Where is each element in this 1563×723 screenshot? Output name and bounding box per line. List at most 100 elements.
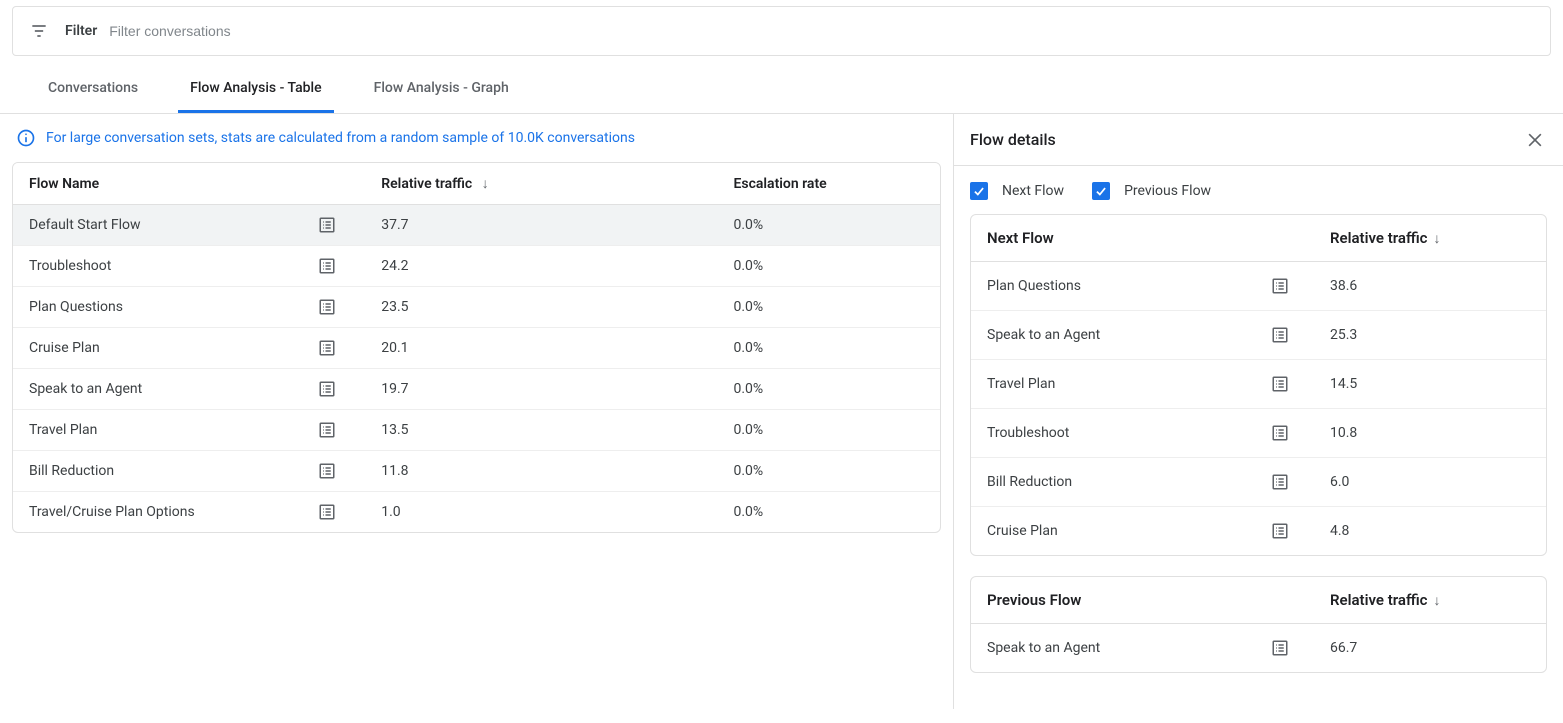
row-relative-traffic: 25.3 bbox=[1330, 327, 1530, 343]
checkbox-next-flow[interactable]: Next Flow bbox=[970, 182, 1064, 200]
table-row[interactable]: Cruise Plan 4.8 bbox=[971, 507, 1546, 555]
row-flow-name: Travel Plan bbox=[29, 422, 97, 438]
flow-table: Flow Name Relative traffic ↓ Escalation … bbox=[12, 162, 941, 533]
row-flow-name: Bill Reduction bbox=[29, 463, 114, 479]
table-row[interactable]: Travel/Cruise Plan Options 1.00.0% bbox=[13, 492, 940, 533]
tab-flow-analysis-table[interactable]: Flow Analysis - Table bbox=[178, 65, 334, 113]
sort-desc-icon: ↓ bbox=[1433, 592, 1440, 609]
row-flow-name: Plan Questions bbox=[29, 299, 123, 315]
close-icon[interactable] bbox=[1523, 128, 1547, 152]
filter-label: Filter bbox=[65, 23, 97, 39]
row-flow-name: Travel Plan bbox=[987, 376, 1055, 392]
sort-desc-icon: ↓ bbox=[482, 176, 489, 192]
list-icon[interactable] bbox=[317, 215, 337, 235]
tabs: Conversations Flow Analysis - Table Flow… bbox=[0, 66, 1563, 114]
row-relative-traffic: 10.8 bbox=[1330, 425, 1530, 441]
row-flow-name: Cruise Plan bbox=[29, 340, 100, 356]
table-row[interactable]: Troubleshoot 24.20.0% bbox=[13, 246, 940, 287]
next-flow-header-traffic-label: Relative traffic bbox=[1330, 229, 1427, 247]
row-escalation-rate: 0.0% bbox=[718, 410, 941, 451]
filter-bar: Filter bbox=[12, 6, 1551, 56]
list-icon[interactable] bbox=[317, 461, 337, 481]
filter-icon bbox=[29, 21, 49, 41]
row-escalation-rate: 0.0% bbox=[718, 451, 941, 492]
next-flow-header-name[interactable]: Next Flow bbox=[987, 229, 1330, 247]
table-row[interactable]: Travel Plan 13.50.0% bbox=[13, 410, 940, 451]
col-header-escalation-rate[interactable]: Escalation rate bbox=[718, 163, 941, 205]
table-row[interactable]: Troubleshoot 10.8 bbox=[971, 409, 1546, 458]
previous-flow-header-traffic[interactable]: Relative traffic ↓ bbox=[1330, 591, 1530, 609]
list-icon[interactable] bbox=[317, 297, 337, 317]
next-flow-table: Next Flow Relative traffic ↓ Plan Questi… bbox=[970, 214, 1547, 556]
list-icon[interactable] bbox=[1270, 423, 1290, 443]
checkbox-next-flow-label: Next Flow bbox=[1002, 183, 1064, 199]
next-flow-header-name-label: Next Flow bbox=[987, 229, 1054, 247]
row-escalation-rate: 0.0% bbox=[718, 287, 941, 328]
row-flow-name: Bill Reduction bbox=[987, 474, 1072, 490]
details-title: Flow details bbox=[970, 130, 1056, 149]
col-header-flow-name-label: Flow Name bbox=[29, 176, 99, 192]
previous-flow-table: Previous Flow Relative traffic ↓ Speak t… bbox=[970, 576, 1547, 673]
list-icon[interactable] bbox=[317, 338, 337, 358]
tab-flow-analysis-graph[interactable]: Flow Analysis - Graph bbox=[362, 65, 521, 113]
list-icon[interactable] bbox=[1270, 374, 1290, 394]
row-flow-name: Plan Questions bbox=[987, 278, 1081, 294]
info-banner: For large conversation sets, stats are c… bbox=[0, 114, 953, 162]
row-relative-traffic: 23.5 bbox=[365, 287, 717, 328]
checkbox-icon bbox=[970, 182, 988, 200]
previous-flow-header-name-label: Previous Flow bbox=[987, 591, 1081, 609]
row-flow-name: Travel/Cruise Plan Options bbox=[29, 504, 195, 520]
checkbox-icon bbox=[1092, 182, 1110, 200]
table-row[interactable]: Speak to an Agent 25.3 bbox=[971, 311, 1546, 360]
list-icon[interactable] bbox=[1270, 521, 1290, 541]
table-row[interactable]: Bill Reduction 11.80.0% bbox=[13, 451, 940, 492]
list-icon[interactable] bbox=[1270, 638, 1290, 658]
table-row[interactable]: Speak to an Agent 19.70.0% bbox=[13, 369, 940, 410]
list-icon[interactable] bbox=[1270, 276, 1290, 296]
row-escalation-rate: 0.0% bbox=[718, 328, 941, 369]
row-relative-traffic: 13.5 bbox=[365, 410, 717, 451]
col-header-flow-name[interactable]: Flow Name bbox=[13, 163, 365, 205]
table-row[interactable]: Bill Reduction 6.0 bbox=[971, 458, 1546, 507]
previous-flow-header-traffic-label: Relative traffic bbox=[1330, 591, 1427, 609]
list-icon[interactable] bbox=[1270, 472, 1290, 492]
row-relative-traffic: 4.8 bbox=[1330, 523, 1530, 539]
tab-conversations[interactable]: Conversations bbox=[36, 65, 150, 113]
info-icon bbox=[16, 128, 36, 148]
table-row[interactable]: Speak to an Agent 66.7 bbox=[971, 624, 1546, 672]
checkbox-row: Next Flow Previous Flow bbox=[970, 166, 1547, 214]
table-row[interactable]: Default Start Flow 37.70.0% bbox=[13, 205, 940, 246]
list-icon[interactable] bbox=[317, 502, 337, 522]
list-icon[interactable] bbox=[317, 420, 337, 440]
row-relative-traffic: 20.1 bbox=[365, 328, 717, 369]
details-header: Flow details bbox=[954, 114, 1563, 166]
row-flow-name: Speak to an Agent bbox=[987, 327, 1100, 343]
row-escalation-rate: 0.0% bbox=[718, 492, 941, 533]
row-relative-traffic: 38.6 bbox=[1330, 278, 1530, 294]
info-banner-text: For large conversation sets, stats are c… bbox=[46, 130, 635, 146]
table-row[interactable]: Plan Questions 38.6 bbox=[971, 262, 1546, 311]
row-relative-traffic: 6.0 bbox=[1330, 474, 1530, 490]
filter-input[interactable] bbox=[109, 23, 1534, 39]
table-row[interactable]: Travel Plan 14.5 bbox=[971, 360, 1546, 409]
checkbox-previous-flow[interactable]: Previous Flow bbox=[1092, 182, 1211, 200]
col-header-escalation-rate-label: Escalation rate bbox=[734, 176, 827, 192]
row-escalation-rate: 0.0% bbox=[718, 369, 941, 410]
row-relative-traffic: 11.8 bbox=[365, 451, 717, 492]
row-flow-name: Speak to an Agent bbox=[29, 381, 142, 397]
previous-flow-header-name[interactable]: Previous Flow bbox=[987, 591, 1330, 609]
row-escalation-rate: 0.0% bbox=[718, 246, 941, 287]
table-row[interactable]: Cruise Plan 20.10.0% bbox=[13, 328, 940, 369]
left-panel: For large conversation sets, stats are c… bbox=[0, 114, 953, 709]
col-header-relative-traffic[interactable]: Relative traffic ↓ bbox=[365, 163, 717, 205]
row-relative-traffic: 66.7 bbox=[1330, 640, 1530, 656]
list-icon[interactable] bbox=[317, 379, 337, 399]
row-flow-name: Troubleshoot bbox=[987, 425, 1069, 441]
list-icon[interactable] bbox=[1270, 325, 1290, 345]
row-relative-traffic: 19.7 bbox=[365, 369, 717, 410]
table-row[interactable]: Plan Questions 23.50.0% bbox=[13, 287, 940, 328]
next-flow-header-traffic[interactable]: Relative traffic ↓ bbox=[1330, 229, 1530, 247]
list-icon[interactable] bbox=[317, 256, 337, 276]
row-relative-traffic: 24.2 bbox=[365, 246, 717, 287]
row-relative-traffic: 37.7 bbox=[365, 205, 717, 246]
